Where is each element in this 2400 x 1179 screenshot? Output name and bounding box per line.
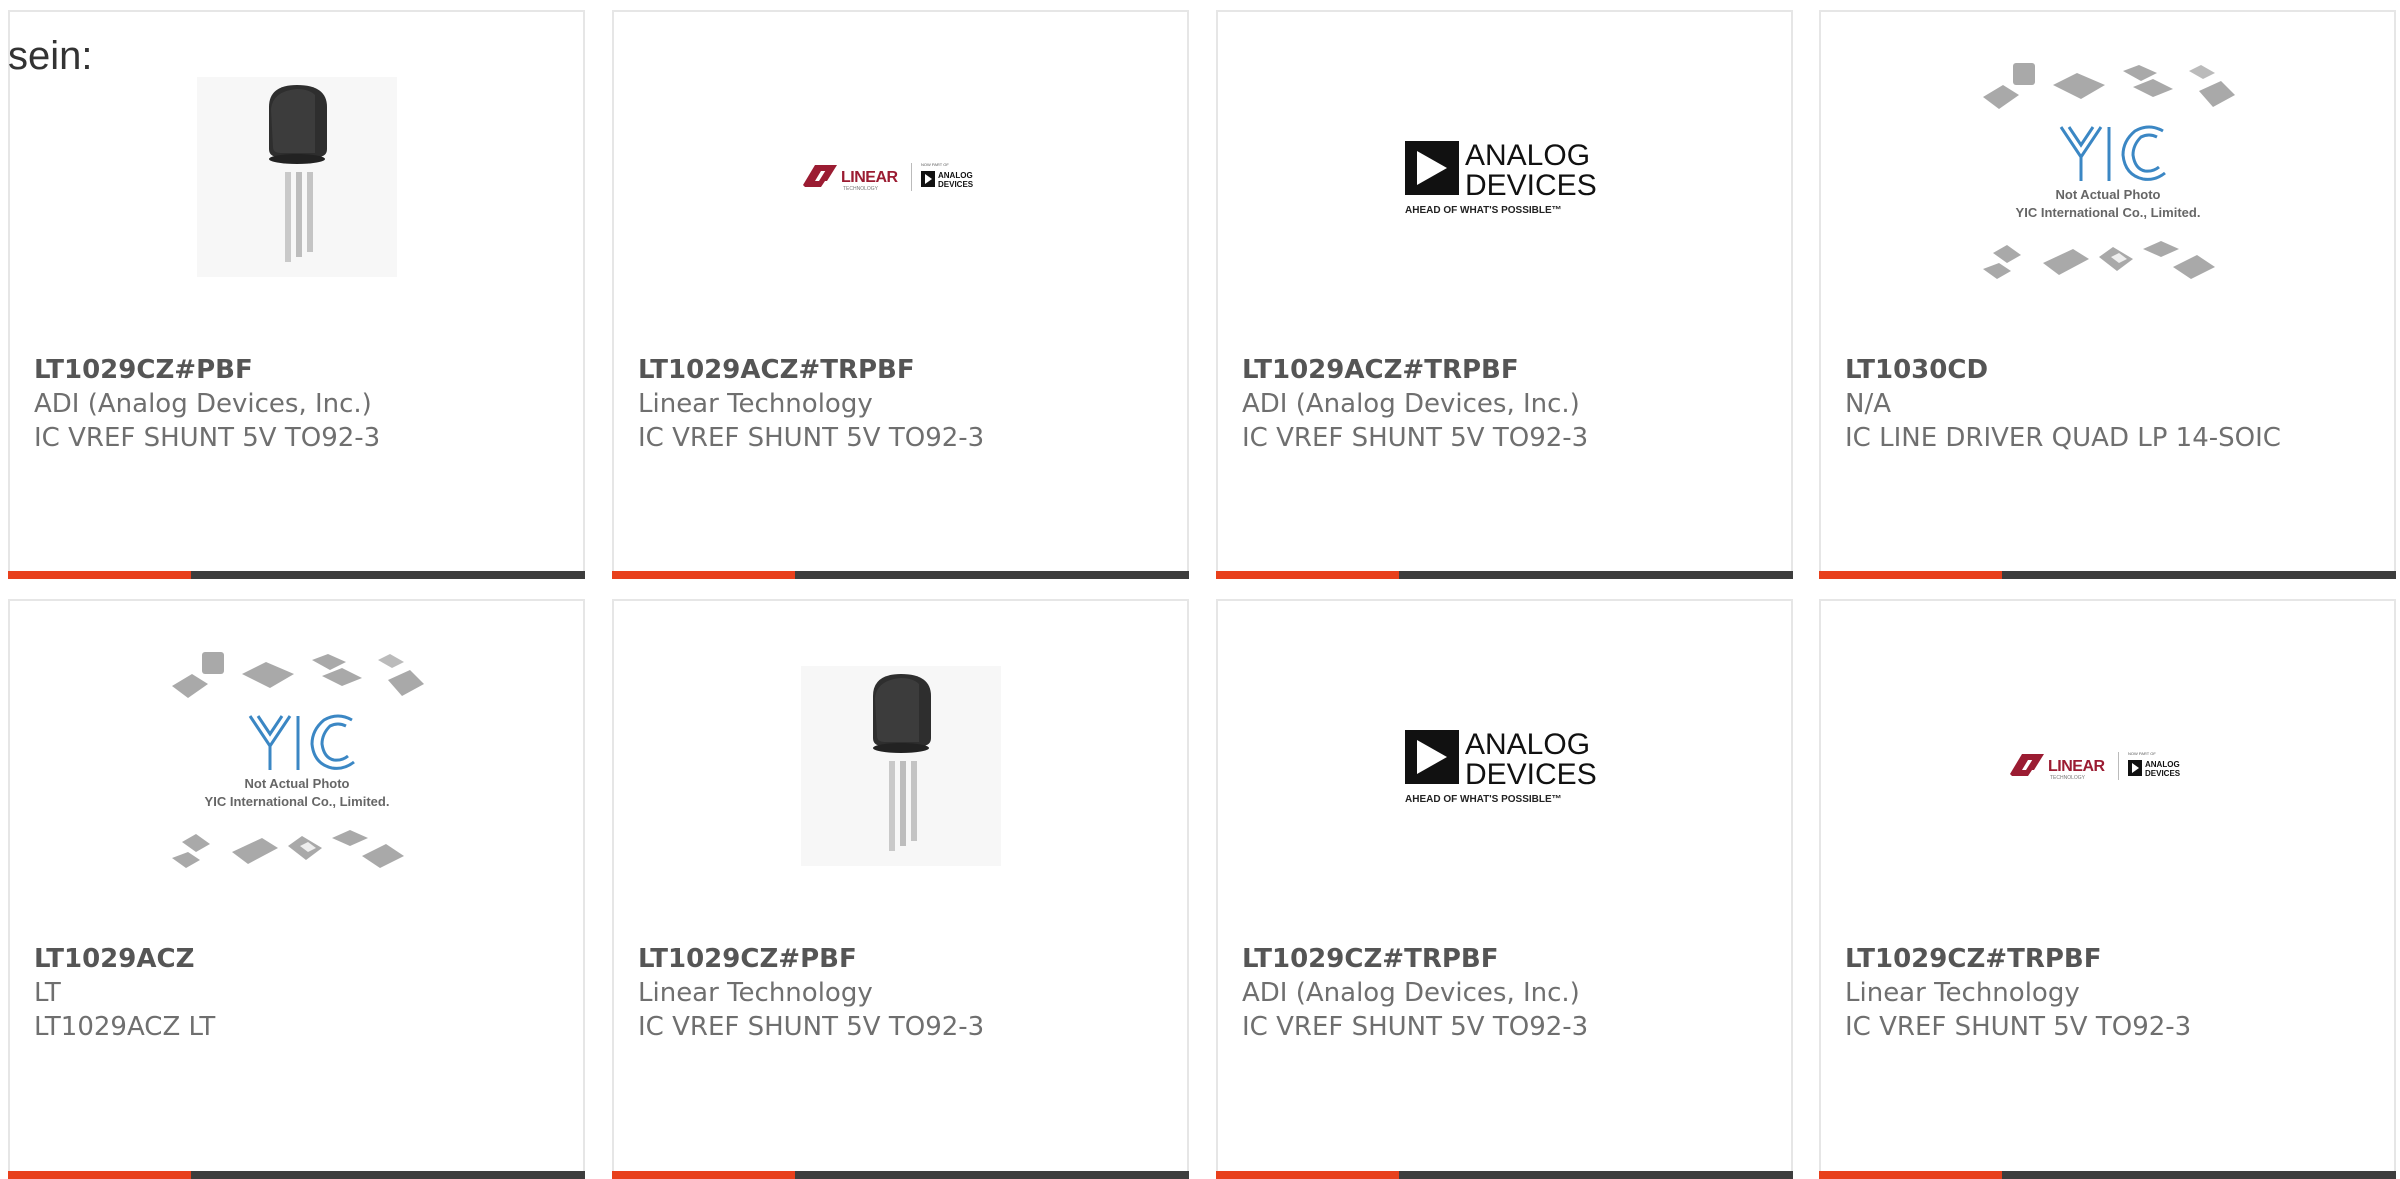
svg-text:TECHNOLOGY: TECHNOLOGY — [2050, 775, 2086, 781]
svg-text:NOW PART OF: NOW PART OF — [2128, 751, 2156, 756]
yic-placeholder: Not Actual Photo YIC International Co., … — [171, 652, 424, 868]
product-card[interactable]: Not Actual Photo YIC International Co., … — [1819, 10, 2396, 579]
svg-text:YIC International Co., Limited: YIC International Co., Limited. — [204, 794, 389, 809]
part-number[interactable]: LT1030CD — [1845, 353, 2370, 387]
manufacturer: Linear Technology — [638, 389, 873, 419]
svg-text:AHEAD OF WHAT'S POSSIBLE™: AHEAD OF WHAT'S POSSIBLE™ — [1405, 794, 1562, 805]
card-footer-bar — [1216, 1171, 1793, 1179]
to92-transistor-photo — [800, 666, 1001, 866]
svg-text:AHEAD OF WHAT'S POSSIBLE™: AHEAD OF WHAT'S POSSIBLE™ — [1405, 205, 1562, 216]
manufacturer: Linear Technology — [1845, 978, 2080, 1008]
svg-text:ANALOG: ANALOG — [1465, 728, 1590, 761]
description: IC LINE DRIVER QUAD LP 14-SOIC — [1845, 423, 2281, 453]
card-footer-bar — [612, 571, 1189, 579]
svg-text:NOW PART OF: NOW PART OF — [921, 162, 949, 167]
linear-technology-logo: LINEAR TECHNOLOGY NOW PART OF ANALOG DEV… — [2009, 751, 2181, 781]
card-footer-bar — [1819, 1171, 2396, 1179]
svg-text:LINEAR: LINEAR — [841, 169, 899, 186]
description: LT1029ACZ LT — [34, 1012, 216, 1042]
svg-text:DEVICES: DEVICES — [938, 180, 974, 189]
part-number[interactable]: LT1029ACZ#TRPBF — [638, 353, 1163, 387]
product-card[interactable]: ANALOG DEVICES AHEAD OF WHAT'S POSSIBLE™… — [1216, 599, 1793, 1179]
svg-text:Not Actual Photo: Not Actual Photo — [2055, 187, 2160, 202]
product-card[interactable]: ANALOG DEVICES AHEAD OF WHAT'S POSSIBLE™… — [1216, 10, 1793, 579]
card-footer-bar — [1819, 571, 2396, 579]
intro-text: sein: — [8, 34, 93, 78]
card-footer-bar — [8, 1171, 585, 1179]
svg-text:YIC International Co., Limited: YIC International Co., Limited. — [2015, 205, 2200, 220]
part-number[interactable]: LT1029CZ#TRPBF — [1845, 942, 2370, 976]
manufacturer: ADI (Analog Devices, Inc.) — [1242, 978, 1580, 1008]
part-number[interactable]: LT1029ACZ#TRPBF — [1242, 353, 1767, 387]
svg-text:ANALOG: ANALOG — [938, 171, 973, 180]
yic-placeholder: Not Actual Photo YIC International Co., … — [1982, 63, 2235, 279]
description: IC VREF SHUNT 5V TO92-3 — [638, 1012, 985, 1042]
manufacturer: ADI (Analog Devices, Inc.) — [34, 389, 372, 419]
svg-text:ANALOG: ANALOG — [1465, 139, 1590, 172]
product-image[interactable] — [614, 601, 1187, 931]
description: IC VREF SHUNT 5V TO92-3 — [34, 423, 381, 453]
analog-devices-logo: ANALOG DEVICES AHEAD OF WHAT'S POSSIBLE™ — [1404, 728, 1597, 805]
description: IC VREF SHUNT 5V TO92-3 — [638, 423, 985, 453]
card-footer-bar — [1216, 571, 1793, 579]
svg-text:Not Actual Photo: Not Actual Photo — [244, 776, 349, 791]
to92-transistor-photo — [196, 77, 397, 277]
product-card[interactable]: LINEAR TECHNOLOGY NOW PART OF ANALOG DEV… — [1819, 599, 2396, 1179]
description: IC VREF SHUNT 5V TO92-3 — [1242, 423, 1589, 453]
part-number[interactable]: LT1029CZ#PBF — [638, 942, 1163, 976]
manufacturer: LT — [34, 978, 61, 1008]
manufacturer: Linear Technology — [638, 978, 873, 1008]
product-image[interactable]: ANALOG DEVICES AHEAD OF WHAT'S POSSIBLE™ — [1218, 12, 1791, 342]
part-number[interactable]: LT1029ACZ — [34, 942, 559, 976]
product-image[interactable]: ANALOG DEVICES AHEAD OF WHAT'S POSSIBLE™ — [1218, 601, 1791, 931]
part-number[interactable]: LT1029CZ#PBF — [34, 353, 559, 387]
manufacturer: N/A — [1845, 389, 1891, 419]
part-number[interactable]: LT1029CZ#TRPBF — [1242, 942, 1767, 976]
linear-technology-logo: LINEAR TECHNOLOGY NOW PART OF ANALOG DEV… — [802, 162, 974, 192]
card-footer-bar — [8, 571, 585, 579]
analog-devices-logo: ANALOG DEVICES AHEAD OF WHAT'S POSSIBLE™ — [1404, 139, 1597, 216]
svg-text:LINEAR: LINEAR — [2048, 758, 2106, 775]
svg-text:DEVICES: DEVICES — [1465, 169, 1597, 202]
product-image[interactable]: LINEAR TECHNOLOGY NOW PART OF ANALOG DEV… — [1821, 601, 2394, 931]
svg-text:DEVICES: DEVICES — [2145, 769, 2181, 778]
product-image[interactable]: Not Actual Photo YIC International Co., … — [1821, 12, 2394, 342]
product-card[interactable]: LINEAR TECHNOLOGY NOW PART OF ANALOG DEV… — [612, 10, 1189, 579]
product-image[interactable]: Not Actual Photo YIC International Co., … — [10, 601, 583, 931]
product-card[interactable]: LT1029CZ#PBF ADI (Analog Devices, Inc.) … — [8, 10, 585, 579]
manufacturer: ADI (Analog Devices, Inc.) — [1242, 389, 1580, 419]
svg-text:TECHNOLOGY: TECHNOLOGY — [843, 186, 879, 192]
product-image[interactable] — [10, 12, 583, 342]
svg-text:ANALOG: ANALOG — [2145, 760, 2180, 769]
description: IC VREF SHUNT 5V TO92-3 — [1242, 1012, 1589, 1042]
svg-text:DEVICES: DEVICES — [1465, 758, 1597, 791]
card-footer-bar — [612, 1171, 1189, 1179]
product-image[interactable]: LINEAR TECHNOLOGY NOW PART OF ANALOG DEV… — [614, 12, 1187, 342]
product-card[interactable]: Not Actual Photo YIC International Co., … — [8, 599, 585, 1179]
description: IC VREF SHUNT 5V TO92-3 — [1845, 1012, 2192, 1042]
product-card[interactable]: LT1029CZ#PBF Linear Technology IC VREF S… — [612, 599, 1189, 1179]
